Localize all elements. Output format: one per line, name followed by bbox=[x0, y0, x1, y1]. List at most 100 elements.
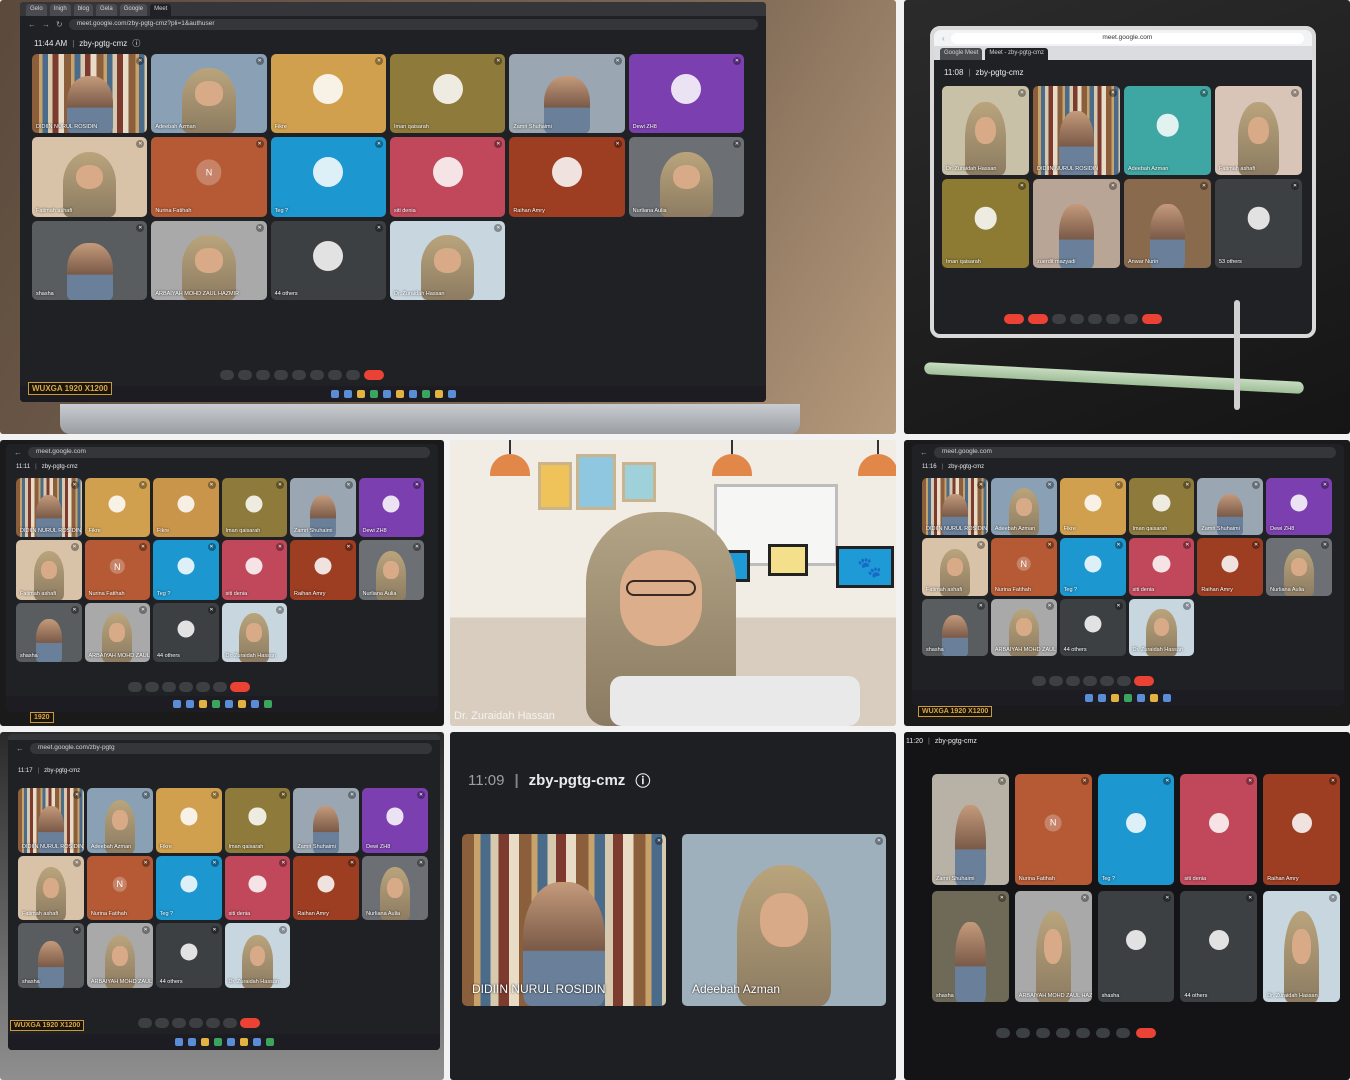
participant-tile[interactable]: ✕ DIDIIN NURUL ROSIDIN bbox=[462, 834, 666, 1006]
more-vert-button[interactable] bbox=[1124, 314, 1138, 324]
leave-call-button[interactable] bbox=[1142, 314, 1162, 324]
more-options-button[interactable] bbox=[220, 370, 234, 380]
participant-tile[interactable]: ✕ Adeebah Azman bbox=[990, 478, 1057, 536]
more-vert-button[interactable] bbox=[1116, 1028, 1130, 1038]
participant-tile[interactable]: ✕ Adeebah Azman bbox=[682, 834, 886, 1006]
browser-tab[interactable]: blog bbox=[73, 4, 94, 16]
participant-tile[interactable]: ✕ Adeebah Azman bbox=[86, 788, 153, 853]
browser-tab[interactable]: Meet bbox=[150, 4, 172, 16]
app-icon[interactable] bbox=[250, 700, 259, 708]
back-icon[interactable]: ← bbox=[920, 448, 928, 457]
emoji-button[interactable] bbox=[1056, 1028, 1070, 1038]
participant-tile[interactable]: ✕ Fatimah ashafi bbox=[18, 855, 84, 921]
participant-tile[interactable]: ✕ Fatimah ashafi bbox=[1215, 86, 1302, 175]
participant-tile[interactable]: ✕ siti denia bbox=[390, 137, 506, 217]
captions-button[interactable] bbox=[274, 370, 288, 380]
present-button[interactable] bbox=[1100, 676, 1114, 686]
participant-tile[interactable]: ✕ siti denia bbox=[221, 540, 287, 600]
captions-button[interactable] bbox=[172, 1018, 186, 1028]
participant-tile[interactable]: N ✕ Nurina Fatihah bbox=[84, 540, 150, 600]
participant-tile[interactable]: ✕ Teg ? bbox=[1097, 774, 1175, 885]
raise-hand-button[interactable] bbox=[1096, 1028, 1110, 1038]
app-icon[interactable] bbox=[1137, 694, 1145, 702]
app-icon[interactable] bbox=[237, 700, 246, 708]
captions-button[interactable] bbox=[162, 682, 176, 692]
participant-tile[interactable]: ✕ DIDIIN NURUL ROSIDIN bbox=[16, 478, 82, 538]
app-icon[interactable] bbox=[263, 700, 272, 708]
participant-tile[interactable]: ✕ Raihan Amry bbox=[1197, 538, 1264, 596]
camera-button[interactable] bbox=[145, 682, 159, 692]
participant-tile[interactable]: ✕ ARBAIYAH MOHD ZAUL HAZMIR bbox=[990, 598, 1057, 656]
start-icon[interactable] bbox=[172, 700, 181, 708]
start-icon[interactable] bbox=[174, 1038, 183, 1046]
app-icon[interactable] bbox=[1163, 694, 1171, 702]
participant-tile[interactable]: ✕ Dewi ZH8 bbox=[1266, 478, 1332, 536]
back-icon[interactable]: ‹ bbox=[942, 34, 945, 43]
url-field[interactable]: meet.google.com bbox=[28, 446, 430, 458]
search-icon[interactable] bbox=[187, 1038, 196, 1046]
participant-tile[interactable]: ✕ Nurliana Aulia bbox=[358, 540, 424, 600]
participant-tile[interactable]: ✕ Zamri Shuhaimi bbox=[290, 478, 356, 538]
app-icon[interactable] bbox=[395, 390, 404, 398]
app-icon[interactable] bbox=[369, 390, 378, 398]
participant-tile[interactable]: ✕ 44 others bbox=[153, 602, 219, 662]
app-icon[interactable] bbox=[356, 390, 365, 398]
present-button[interactable] bbox=[206, 1018, 220, 1028]
participant-tile[interactable]: ✕ Fikre bbox=[153, 478, 219, 538]
start-icon[interactable] bbox=[330, 390, 339, 398]
search-icon[interactable] bbox=[1098, 694, 1106, 702]
participant-tile[interactable]: ✕ siti denia bbox=[1180, 774, 1258, 885]
participant-tile[interactable]: ✕ Dr. Zuraidah Hassan bbox=[1128, 598, 1195, 656]
leave-call-button[interactable] bbox=[240, 1018, 260, 1028]
participant-tile[interactable]: ✕ Nurliana Aulia bbox=[1266, 538, 1332, 596]
app-icon[interactable] bbox=[447, 390, 456, 398]
participant-tile[interactable]: N ✕ Nurina Fatihah bbox=[1014, 774, 1092, 885]
forward-icon[interactable]: → bbox=[42, 20, 50, 29]
participant-tile[interactable]: ✕ Dr. Zuraidah Hassan bbox=[1263, 891, 1340, 1002]
participant-tile[interactable]: ✕ ARBAIYAH MOHD ZAUL HAZMIR bbox=[84, 602, 150, 662]
participant-tile[interactable]: ✕ Dr. Zuraidah Hassan bbox=[390, 220, 506, 300]
emoji-button[interactable] bbox=[292, 370, 306, 380]
captions-button[interactable] bbox=[1066, 676, 1080, 686]
participant-tile[interactable]: ✕ Teg ? bbox=[155, 855, 222, 921]
app-icon[interactable] bbox=[382, 390, 391, 398]
url-field[interactable]: meet.google.com bbox=[950, 32, 1304, 44]
mic-muted-button[interactable] bbox=[1004, 314, 1024, 324]
participant-tile[interactable]: ✕ Teg ? bbox=[153, 540, 219, 600]
raise-hand-button[interactable] bbox=[1117, 676, 1131, 686]
participant-tile[interactable]: ✕ 44 others bbox=[1059, 598, 1126, 656]
participant-tile[interactable]: ✕ Fikre bbox=[84, 478, 150, 538]
app-icon[interactable] bbox=[239, 1038, 248, 1046]
emoji-button[interactable] bbox=[189, 1018, 203, 1028]
reload-icon[interactable]: ↻ bbox=[56, 20, 63, 29]
participant-tile[interactable]: ✕ ARBAIYAH MOHD ZAUL HAZMIR bbox=[1014, 891, 1092, 1002]
emoji-button[interactable] bbox=[1070, 314, 1084, 324]
participant-tile[interactable]: ✕ 44 others bbox=[270, 220, 386, 300]
url-field[interactable]: meet.google.com/zby-pgtg-cmz?pli=1&authu… bbox=[68, 18, 758, 30]
participant-tile[interactable]: ✕ Iman qaisarah bbox=[1128, 478, 1195, 536]
participant-tile[interactable]: ✕ Iman qaisarah bbox=[224, 788, 291, 853]
participant-tile[interactable]: ✕ Dewi ZH8 bbox=[358, 478, 424, 538]
back-icon[interactable]: ← bbox=[14, 448, 22, 457]
present-button[interactable] bbox=[1088, 314, 1102, 324]
participant-tile[interactable]: ✕ ARBAIYAH MOHD ZAUL HAZMIR bbox=[86, 923, 153, 988]
participant-tile[interactable]: ✕ shasha bbox=[1097, 891, 1175, 1002]
participant-tile[interactable]: ✕ Zamri Shuhaimi bbox=[932, 774, 1009, 885]
mic-button[interactable] bbox=[138, 1018, 152, 1028]
participant-tile[interactable]: ✕ Teg ? bbox=[270, 137, 386, 217]
browser-tab[interactable]: Google Meet bbox=[940, 48, 983, 60]
participant-tile[interactable]: ✕ shasha bbox=[18, 923, 84, 988]
participant-tile[interactable]: ✕ shasha bbox=[16, 602, 82, 662]
participant-tile[interactable]: ✕ Iman qaisarah bbox=[390, 54, 506, 134]
participant-tile[interactable]: ✕ Fatimah ashafi bbox=[16, 540, 82, 600]
camera-button[interactable] bbox=[1016, 1028, 1030, 1038]
emoji-button[interactable] bbox=[1083, 676, 1097, 686]
browser-tab[interactable]: Inigh bbox=[49, 4, 71, 16]
camera-button[interactable] bbox=[1049, 676, 1063, 686]
raise-hand-button[interactable] bbox=[223, 1018, 237, 1028]
app-icon[interactable] bbox=[224, 700, 233, 708]
more-vert-button[interactable] bbox=[346, 370, 360, 380]
participant-tile[interactable]: ✕ DIDIIN NURUL ROSIDIN bbox=[1033, 86, 1120, 175]
participant-tile[interactable]: ✕ Fikre bbox=[1059, 478, 1126, 536]
info-icon[interactable]: ⓘ bbox=[635, 770, 650, 791]
